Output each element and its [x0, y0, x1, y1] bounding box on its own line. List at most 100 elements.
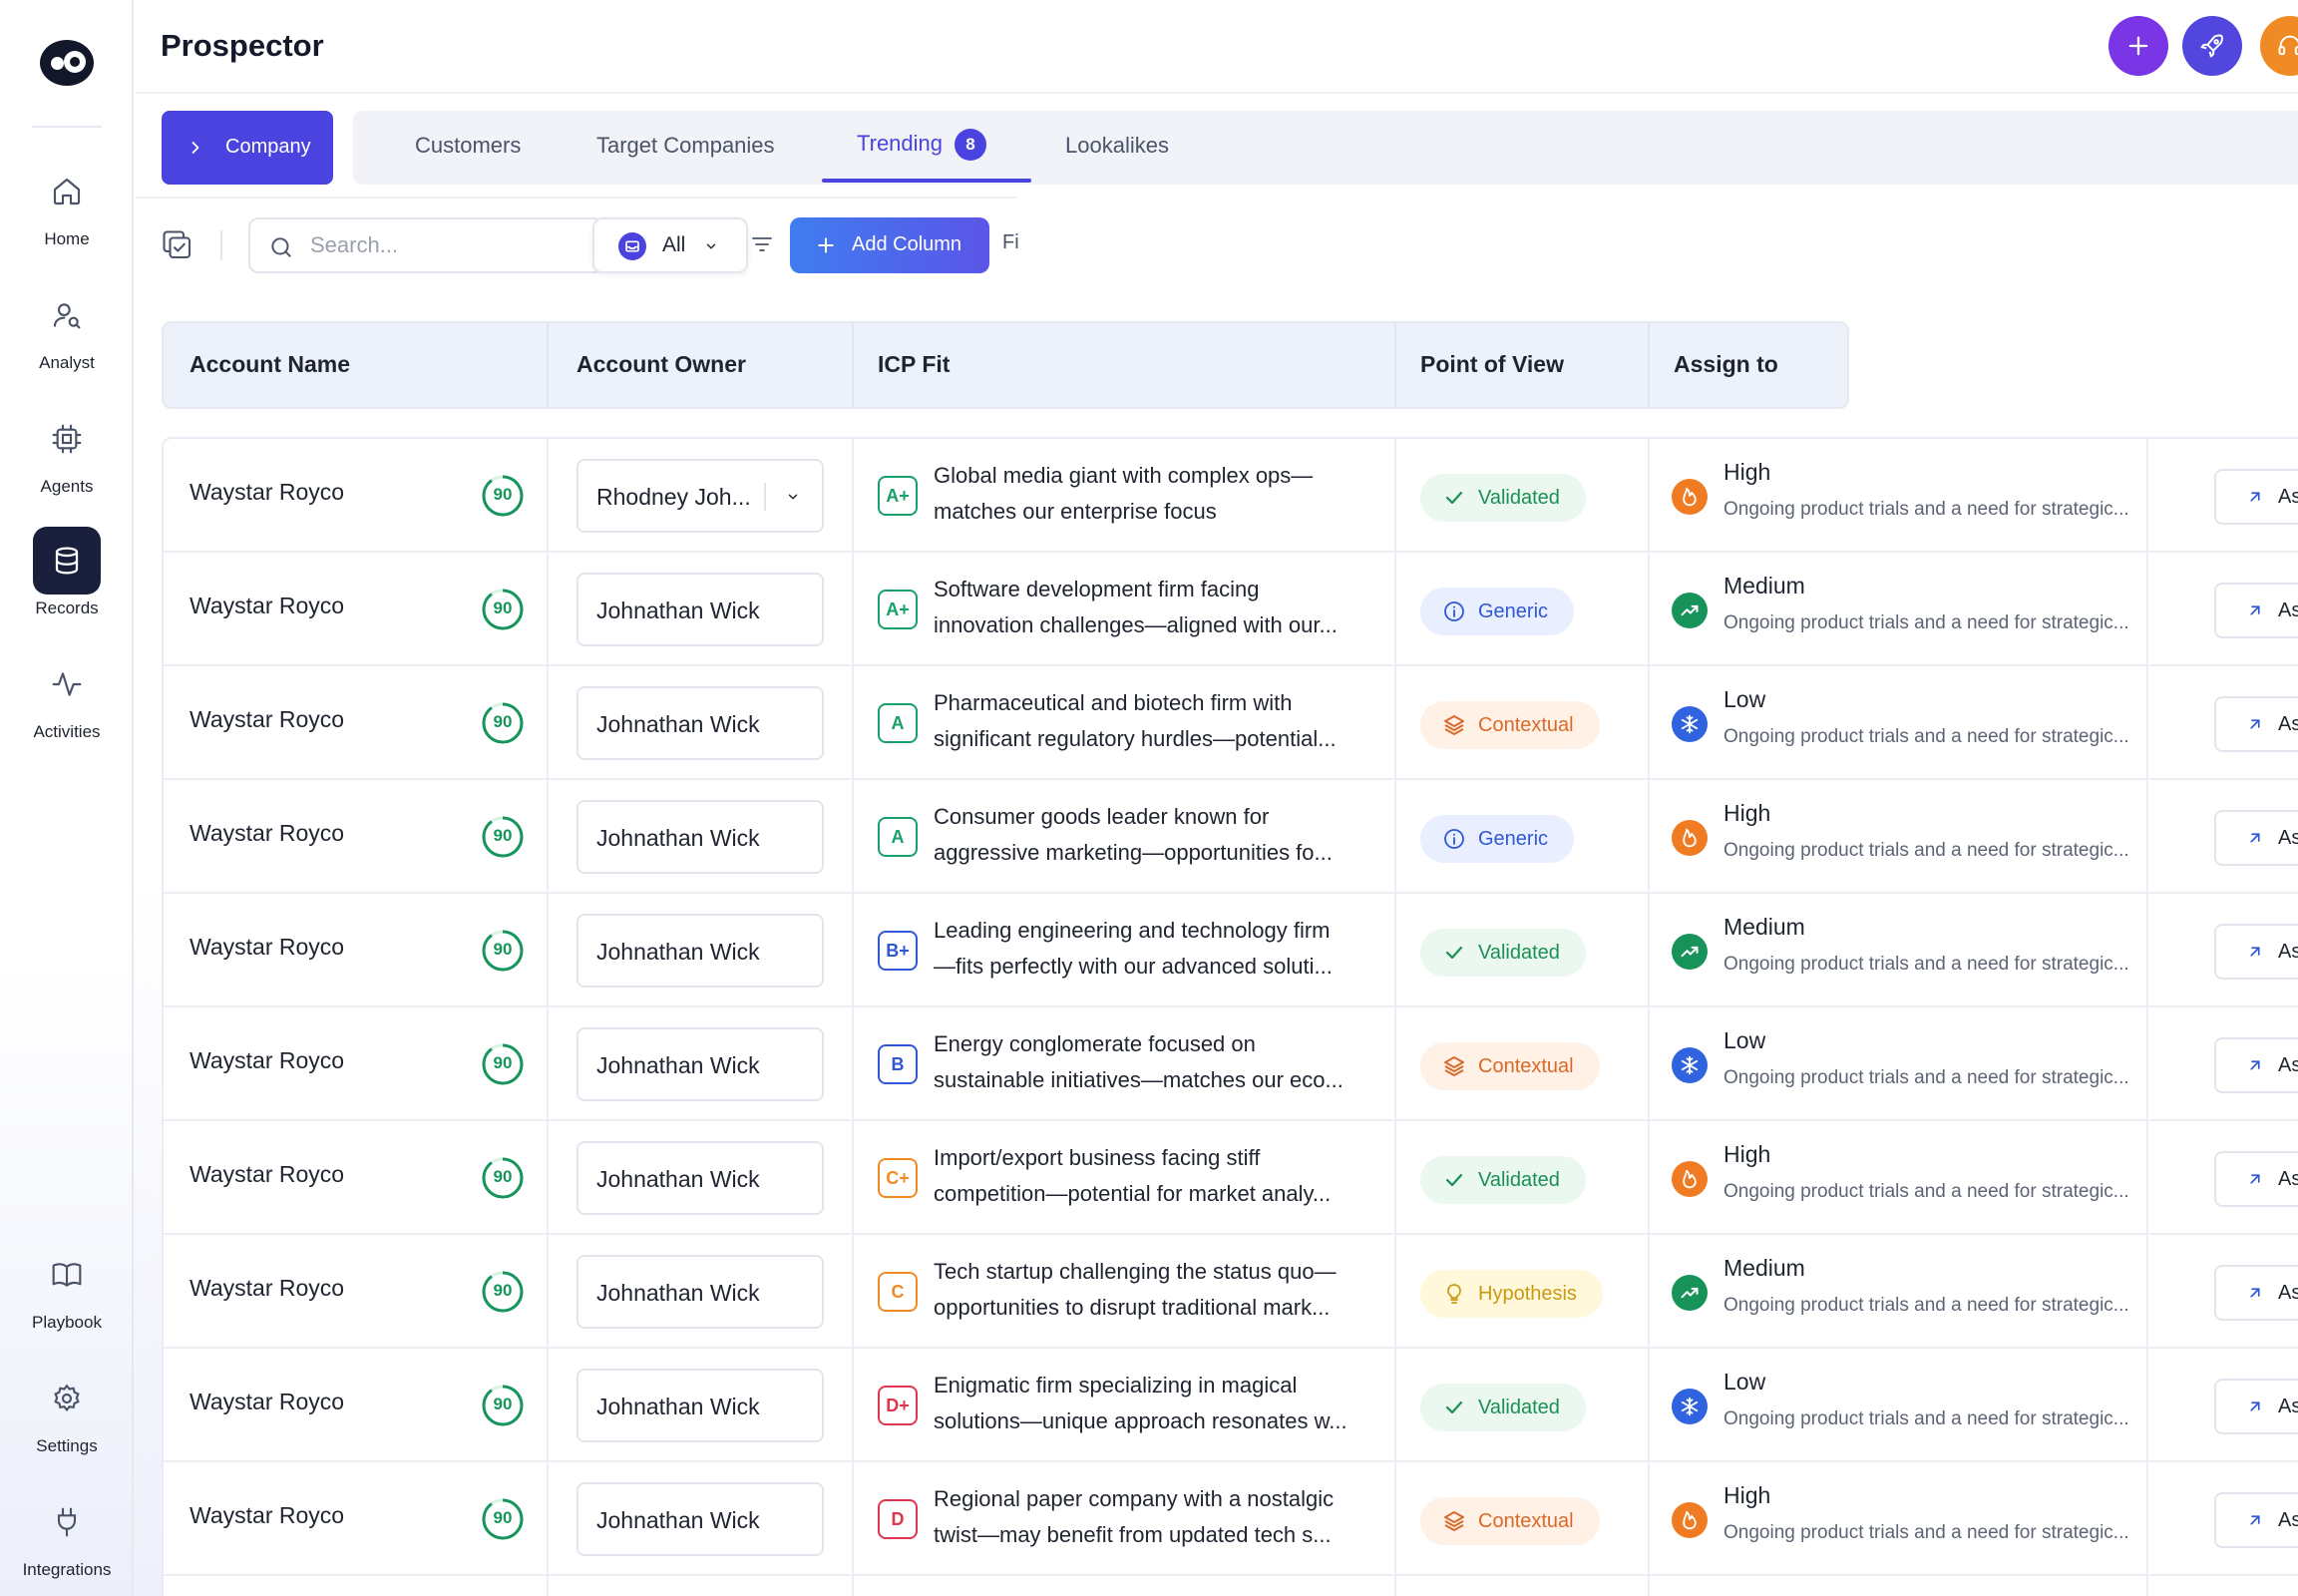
- assign-button[interactable]: As: [2214, 810, 2298, 866]
- table-row[interactable]: Waystar Royco 90 Johnathan Wick A Pharmaceut…: [164, 666, 2298, 780]
- assign-button[interactable]: As: [2214, 1265, 2298, 1321]
- account-score-ring: 90: [481, 701, 525, 745]
- table-row[interactable]: Waystar Royco 90 Johnathan Wick B Energy con…: [164, 1007, 2298, 1121]
- support-button[interactable]: [2260, 16, 2298, 76]
- point-of-view-badge[interactable]: Generic: [1420, 815, 1575, 863]
- account-score-ring: 90: [481, 929, 525, 973]
- sidebar-item-settings[interactable]: Settings: [0, 1365, 134, 1456]
- column-header-account-owner[interactable]: Account Owner: [576, 351, 746, 378]
- sidebar-item-analyst[interactable]: Analyst: [0, 281, 134, 373]
- table-row[interactable]: Waystar Royco 90 Johnathan Wick D Regional p…: [164, 1462, 2298, 1576]
- sidebar-item-activities[interactable]: Activities: [0, 650, 134, 742]
- sidebar-item-records[interactable]: Records: [0, 527, 134, 618]
- account-owner-field[interactable]: Johnathan Wick: [576, 573, 824, 646]
- tab-lookalikes[interactable]: Lookalikes: [1065, 133, 1169, 159]
- table-row[interactable]: Waystar Royco 90 Johnathan Wick D+ Enigmatic…: [164, 1349, 2298, 1462]
- sidebar-item-playbook[interactable]: Playbook: [0, 1241, 134, 1333]
- assign-button-label: As: [2278, 599, 2298, 621]
- assign-button[interactable]: As: [2214, 1492, 2298, 1548]
- account-owner-field[interactable]: Rhodney Joh...: [576, 459, 824, 533]
- account-name[interactable]: Waystar Royco: [190, 934, 344, 961]
- point-of-view-badge[interactable]: Validated: [1420, 929, 1586, 977]
- sidebar-item-home[interactable]: Home: [0, 158, 134, 249]
- account-name[interactable]: Waystar Royco: [190, 593, 344, 619]
- assign-button-label: As: [2278, 713, 2298, 735]
- add-column-button[interactable]: Add Column: [790, 217, 989, 273]
- filter-icon[interactable]: [750, 232, 774, 256]
- select-all-icon[interactable]: [160, 227, 195, 263]
- filter-scope-dropdown[interactable]: All: [592, 217, 748, 273]
- account-owner-field[interactable]: Johnathan Wick: [576, 914, 824, 988]
- chevron-down-icon[interactable]: [784, 490, 802, 504]
- search-input[interactable]: [310, 229, 579, 261]
- account-score-ring: 90: [481, 1497, 525, 1541]
- account-name[interactable]: Waystar Royco: [190, 1161, 344, 1188]
- icp-fit-description: Tech startup challenging the status quo—…: [934, 1254, 1382, 1326]
- assign-button[interactable]: As: [2214, 924, 2298, 980]
- table-row[interactable]: Waystar Royco 90 Johnathan Wick A+ Software …: [164, 553, 2298, 666]
- account-owner-field[interactable]: Johnathan Wick: [576, 1141, 824, 1215]
- account-name[interactable]: Waystar Royco: [190, 1275, 344, 1302]
- column-divider: [2146, 439, 2148, 1596]
- icp-grade-badge: D+: [878, 1386, 918, 1425]
- column-header-assign-to[interactable]: Assign to: [1674, 351, 1778, 378]
- table-row[interactable]: Waystar Royco 90 Johnathan Wick C+ Import/ex…: [164, 1121, 2298, 1235]
- table-row[interactable]: Waystar Royco 90 Johnathan Wick A Consumer g…: [164, 780, 2298, 894]
- account-owner-field[interactable]: Johnathan Wick: [576, 1482, 824, 1556]
- column-header-point-of-view[interactable]: Point of View: [1420, 351, 1564, 378]
- account-name[interactable]: Waystar Royco: [190, 479, 344, 506]
- point-of-view-badge[interactable]: Validated: [1420, 1384, 1586, 1431]
- icp-grade-badge: D: [878, 1499, 918, 1539]
- truncated-toolbar-label[interactable]: Fi: [1002, 231, 1019, 254]
- app-logo[interactable]: [40, 40, 94, 86]
- point-of-view-badge[interactable]: Hypothesis: [1420, 1270, 1603, 1318]
- tab-trending[interactable]: Trending 8: [857, 129, 987, 161]
- account-owner-field[interactable]: Johnathan Wick: [576, 686, 824, 760]
- priority-label: Medium: [1724, 573, 1805, 598]
- sidebar-item-agents[interactable]: Agents: [0, 405, 134, 497]
- sidebar-label-activities: Activities: [33, 722, 101, 741]
- icp-grade-badge: A+: [878, 590, 918, 629]
- assign-button[interactable]: As: [2214, 696, 2298, 752]
- point-of-view-badge[interactable]: Contextual: [1420, 1042, 1600, 1090]
- assign-button[interactable]: As: [2214, 1151, 2298, 1207]
- account-name[interactable]: Waystar Royco: [190, 820, 344, 847]
- assign-button[interactable]: As: [2214, 469, 2298, 525]
- icp-fit-line-2: —fits perfectly with our advanced soluti…: [934, 954, 1333, 979]
- account-name[interactable]: Waystar Royco: [190, 1389, 344, 1415]
- add-button[interactable]: [2108, 16, 2168, 76]
- launch-button[interactable]: [2182, 16, 2242, 76]
- tab-target-companies[interactable]: Target Companies: [596, 133, 775, 159]
- assign-button[interactable]: As: [2214, 1037, 2298, 1093]
- table-row[interactable]: Waystar Royco 90 Johnathan Wick C Tech start…: [164, 1235, 2298, 1349]
- assign-button[interactable]: As: [2214, 583, 2298, 638]
- priority-label: Medium: [1724, 1255, 1805, 1281]
- account-owner-field[interactable]: Johnathan Wick: [576, 1027, 824, 1101]
- tab-customers[interactable]: Customers: [415, 133, 521, 159]
- account-score-value: 90: [493, 940, 513, 959]
- point-of-view-label: Generic: [1478, 600, 1549, 622]
- sidebar-label-home: Home: [44, 229, 90, 248]
- assign-button[interactable]: As: [2214, 1379, 2298, 1434]
- account-owner-field[interactable]: Johnathan Wick: [576, 800, 824, 874]
- account-name[interactable]: Waystar Royco: [190, 706, 344, 733]
- point-of-view-badge[interactable]: Generic: [1420, 588, 1575, 635]
- table-row[interactable]: Waystar Royco 90 Johnathan Wick B+ Leading e…: [164, 894, 2298, 1007]
- point-of-view-badge[interactable]: Contextual: [1420, 1497, 1600, 1545]
- point-of-view-badge[interactable]: Validated: [1420, 1156, 1586, 1204]
- table-row[interactable]: Waystar Royco 90 Rhodney Joh... A+ Global me…: [164, 439, 2298, 553]
- account-name[interactable]: Waystar Royco: [190, 1502, 344, 1529]
- point-of-view-badge[interactable]: Validated: [1420, 474, 1586, 522]
- account-name[interactable]: Waystar Royco: [190, 1047, 344, 1074]
- sidebar-item-integrations[interactable]: Integrations: [0, 1488, 134, 1580]
- column-header-icp-fit[interactable]: ICP Fit: [878, 351, 950, 378]
- account-owner-field[interactable]: Johnathan Wick: [576, 1369, 824, 1442]
- account-score-value: 90: [493, 598, 513, 617]
- search-field[interactable]: [248, 217, 597, 273]
- icp-fit-line-2: aggressive marketing—opportunities fo...: [934, 840, 1333, 865]
- account-owner-field[interactable]: Johnathan Wick: [576, 1255, 824, 1329]
- company-scope-button[interactable]: Company: [162, 111, 333, 185]
- point-of-view-badge[interactable]: Contextual: [1420, 701, 1600, 749]
- icp-fit-description: Enigmatic firm specializing in magical so…: [934, 1368, 1382, 1439]
- column-header-account-name[interactable]: Account Name: [190, 351, 350, 378]
